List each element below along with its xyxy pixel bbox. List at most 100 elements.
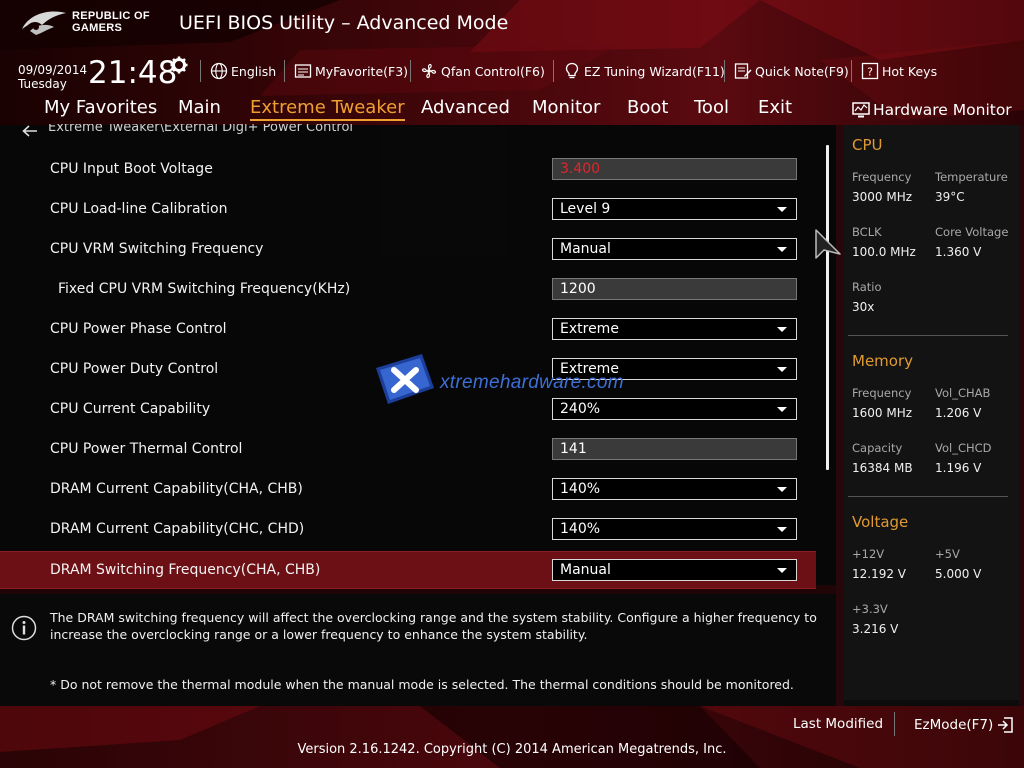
tab-main[interactable]: Main — [178, 97, 221, 118]
ezmode-label: EzMode(F7) — [914, 717, 994, 733]
ezmode-button[interactable]: EzMode(F7) — [914, 716, 1014, 734]
dram-current-capability-cha-chb-dropdown[interactable]: 140% — [552, 478, 797, 500]
exit-arrow-icon — [998, 717, 1014, 733]
cpu-temperature-label: Temperature — [935, 170, 1008, 184]
help-question-icon: ? — [861, 62, 879, 80]
logo-line-2: GAMERS — [72, 22, 123, 34]
memory-frequency-value: 1600 MHz — [852, 406, 913, 420]
setting-label: DRAM Current Capability(CHC, CHD) — [50, 521, 305, 537]
bclk-label: BCLK — [852, 225, 882, 239]
tab-extreme-tweaker[interactable]: Extreme Tweaker — [250, 97, 405, 121]
hw-section-voltage: Voltage — [852, 513, 909, 531]
toolbar-divider — [553, 60, 554, 82]
chevron-down-icon — [777, 407, 787, 412]
watermark-x-logo — [376, 354, 434, 404]
tab-boot[interactable]: Boot — [627, 97, 668, 118]
note-pencil-icon — [734, 63, 752, 79]
v12-label: +12V — [852, 547, 885, 561]
quick-note-label: Quick Note(F9) — [755, 63, 849, 79]
back-arrow-icon[interactable] — [22, 124, 38, 138]
watermark-text: xtremehardware.com — [440, 372, 624, 393]
vol-chcd-value: 1.196 V — [935, 461, 982, 475]
hot-keys-button[interactable]: ? Hot Keys — [861, 60, 937, 82]
day-text: Tuesday — [18, 77, 67, 91]
hw-section-cpu: CPU — [852, 136, 883, 154]
settings-scrollbar[interactable] — [826, 145, 829, 470]
setting-row-cpu-power-phase-control[interactable]: CPU Power Phase Control Extreme — [0, 310, 816, 348]
setting-label: CPU Power Phase Control — [50, 321, 227, 337]
hardware-monitor-title: Hardware Monitor — [873, 101, 1012, 119]
clock-settings-gear-icon[interactable] — [170, 56, 188, 74]
tab-tool[interactable]: Tool — [694, 97, 729, 118]
dropdown-value: Extreme — [560, 321, 619, 337]
rog-logo: REPUBLIC OF GAMERS — [20, 7, 165, 37]
dropdown-value: Manual — [560, 241, 611, 257]
qfan-control-button[interactable]: Qfan Control(F6) — [420, 60, 545, 82]
v12-value: 12.192 V — [852, 567, 907, 581]
setting-label: Fixed CPU VRM Switching Frequency(KHz) — [58, 281, 351, 297]
rog-eye-icon — [22, 11, 66, 35]
dram-switching-frequency-cha-chb-dropdown[interactable]: Manual — [552, 559, 797, 581]
toolbar-divider — [724, 60, 725, 82]
setting-label: DRAM Current Capability(CHA, CHB) — [50, 481, 303, 497]
globe-icon — [210, 62, 228, 80]
toolbar-divider — [410, 60, 411, 82]
tab-advanced[interactable]: Advanced — [421, 97, 510, 118]
dropdown-value: Level 9 — [560, 201, 611, 217]
last-modified-button[interactable]: Last Modified — [793, 716, 883, 732]
cpu-vrm-switching-frequency-dropdown[interactable]: Manual — [552, 238, 797, 260]
cpu-load-line-calibration-dropdown[interactable]: Level 9 — [552, 198, 797, 220]
copyright-text: Version 2.16.1242. Copyright (C) 2014 Am… — [297, 742, 727, 757]
footer-divider — [894, 712, 895, 736]
hw-divider — [848, 496, 1008, 497]
capacity-value: 16384 MB — [852, 461, 913, 475]
setting-row-dram-current-capability-chc-chd[interactable]: DRAM Current Capability(CHC, CHD) 140% — [0, 510, 816, 548]
setting-row-fixed-cpu-vrm-switching-frequency[interactable]: Fixed CPU VRM Switching Frequency(KHz) 1… — [0, 270, 816, 308]
qfan-label: Qfan Control(F6) — [441, 63, 545, 79]
chevron-down-icon — [777, 367, 787, 372]
cpu-frequency-label: Frequency — [852, 170, 912, 184]
cpu-power-thermal-control-field[interactable]: 141 — [552, 438, 797, 460]
hardware-monitor-header: Hardware Monitor — [852, 100, 1012, 120]
date-text: 09/09/2014 — [18, 63, 88, 77]
dropdown-value: Manual — [560, 562, 611, 578]
my-favorite-label: MyFavorite(F3) — [315, 63, 409, 79]
ez-tuning-label: EZ Tuning Wizard(F11) — [584, 63, 725, 79]
hw-section-memory: Memory — [852, 352, 914, 370]
dram-current-capability-chc-chd-dropdown[interactable]: 140% — [552, 518, 797, 540]
info-icon — [11, 615, 37, 641]
my-favorite-button[interactable]: MyFavorite(F3) — [294, 60, 408, 82]
setting-row-cpu-input-boot-voltage[interactable]: CPU Input Boot Voltage 3.400 — [0, 150, 816, 188]
language-label: English — [231, 63, 277, 79]
tab-my-favorites[interactable]: My Favorites — [44, 97, 157, 118]
chevron-down-icon — [777, 247, 787, 252]
breadcrumb-path: Extreme Tweaker\External Digi+ Power Con… — [48, 124, 354, 135]
vol-chcd-label: Vol_CHCD — [935, 441, 992, 455]
setting-row-cpu-power-thermal-control[interactable]: CPU Power Thermal Control 141 — [0, 430, 816, 468]
bclk-value: 100.0 MHz — [852, 245, 916, 259]
setting-label: CPU Power Thermal Control — [50, 441, 243, 457]
tab-exit[interactable]: Exit — [758, 97, 792, 118]
watermark: xtremehardware.com — [372, 352, 624, 408]
language-button[interactable]: English — [210, 60, 276, 82]
monitor-icon — [852, 102, 870, 118]
tab-monitor[interactable]: Monitor — [532, 97, 600, 118]
app-title: UEFI BIOS Utility – Advanced Mode — [179, 12, 509, 34]
date-display: 09/09/2014 Tuesday — [18, 63, 87, 91]
quick-note-button[interactable]: Quick Note(F9) — [734, 60, 849, 82]
v5-value: 5.000 V — [935, 567, 982, 581]
setting-row-dram-current-capability-cha-chb[interactable]: DRAM Current Capability(CHA, CHB) 140% — [0, 470, 816, 508]
setting-row-dram-switching-frequency-cha-chb[interactable]: DRAM Switching Frequency(CHA, CHB) Manua… — [0, 551, 816, 589]
v33-value: 3.216 V — [852, 622, 899, 636]
setting-row-cpu-load-line-calibration[interactable]: CPU Load-line Calibration Level 9 — [0, 190, 816, 228]
setting-row-cpu-vrm-switching-frequency[interactable]: CPU VRM Switching Frequency Manual — [0, 230, 816, 268]
logo-line-1: REPUBLIC OF — [72, 10, 150, 22]
ez-tuning-wizard-button[interactable]: EZ Tuning Wizard(F11) — [563, 60, 725, 82]
setting-label: CPU Current Capability — [50, 401, 211, 417]
cpu-input-boot-voltage-field[interactable]: 3.400 — [552, 158, 797, 180]
cpu-power-phase-control-dropdown[interactable]: Extreme — [552, 318, 797, 340]
fixed-cpu-vrm-frequency-field[interactable]: 1200 — [552, 278, 797, 300]
capacity-label: Capacity — [852, 441, 903, 455]
toolbar-divider — [284, 60, 285, 82]
chevron-down-icon — [777, 327, 787, 332]
